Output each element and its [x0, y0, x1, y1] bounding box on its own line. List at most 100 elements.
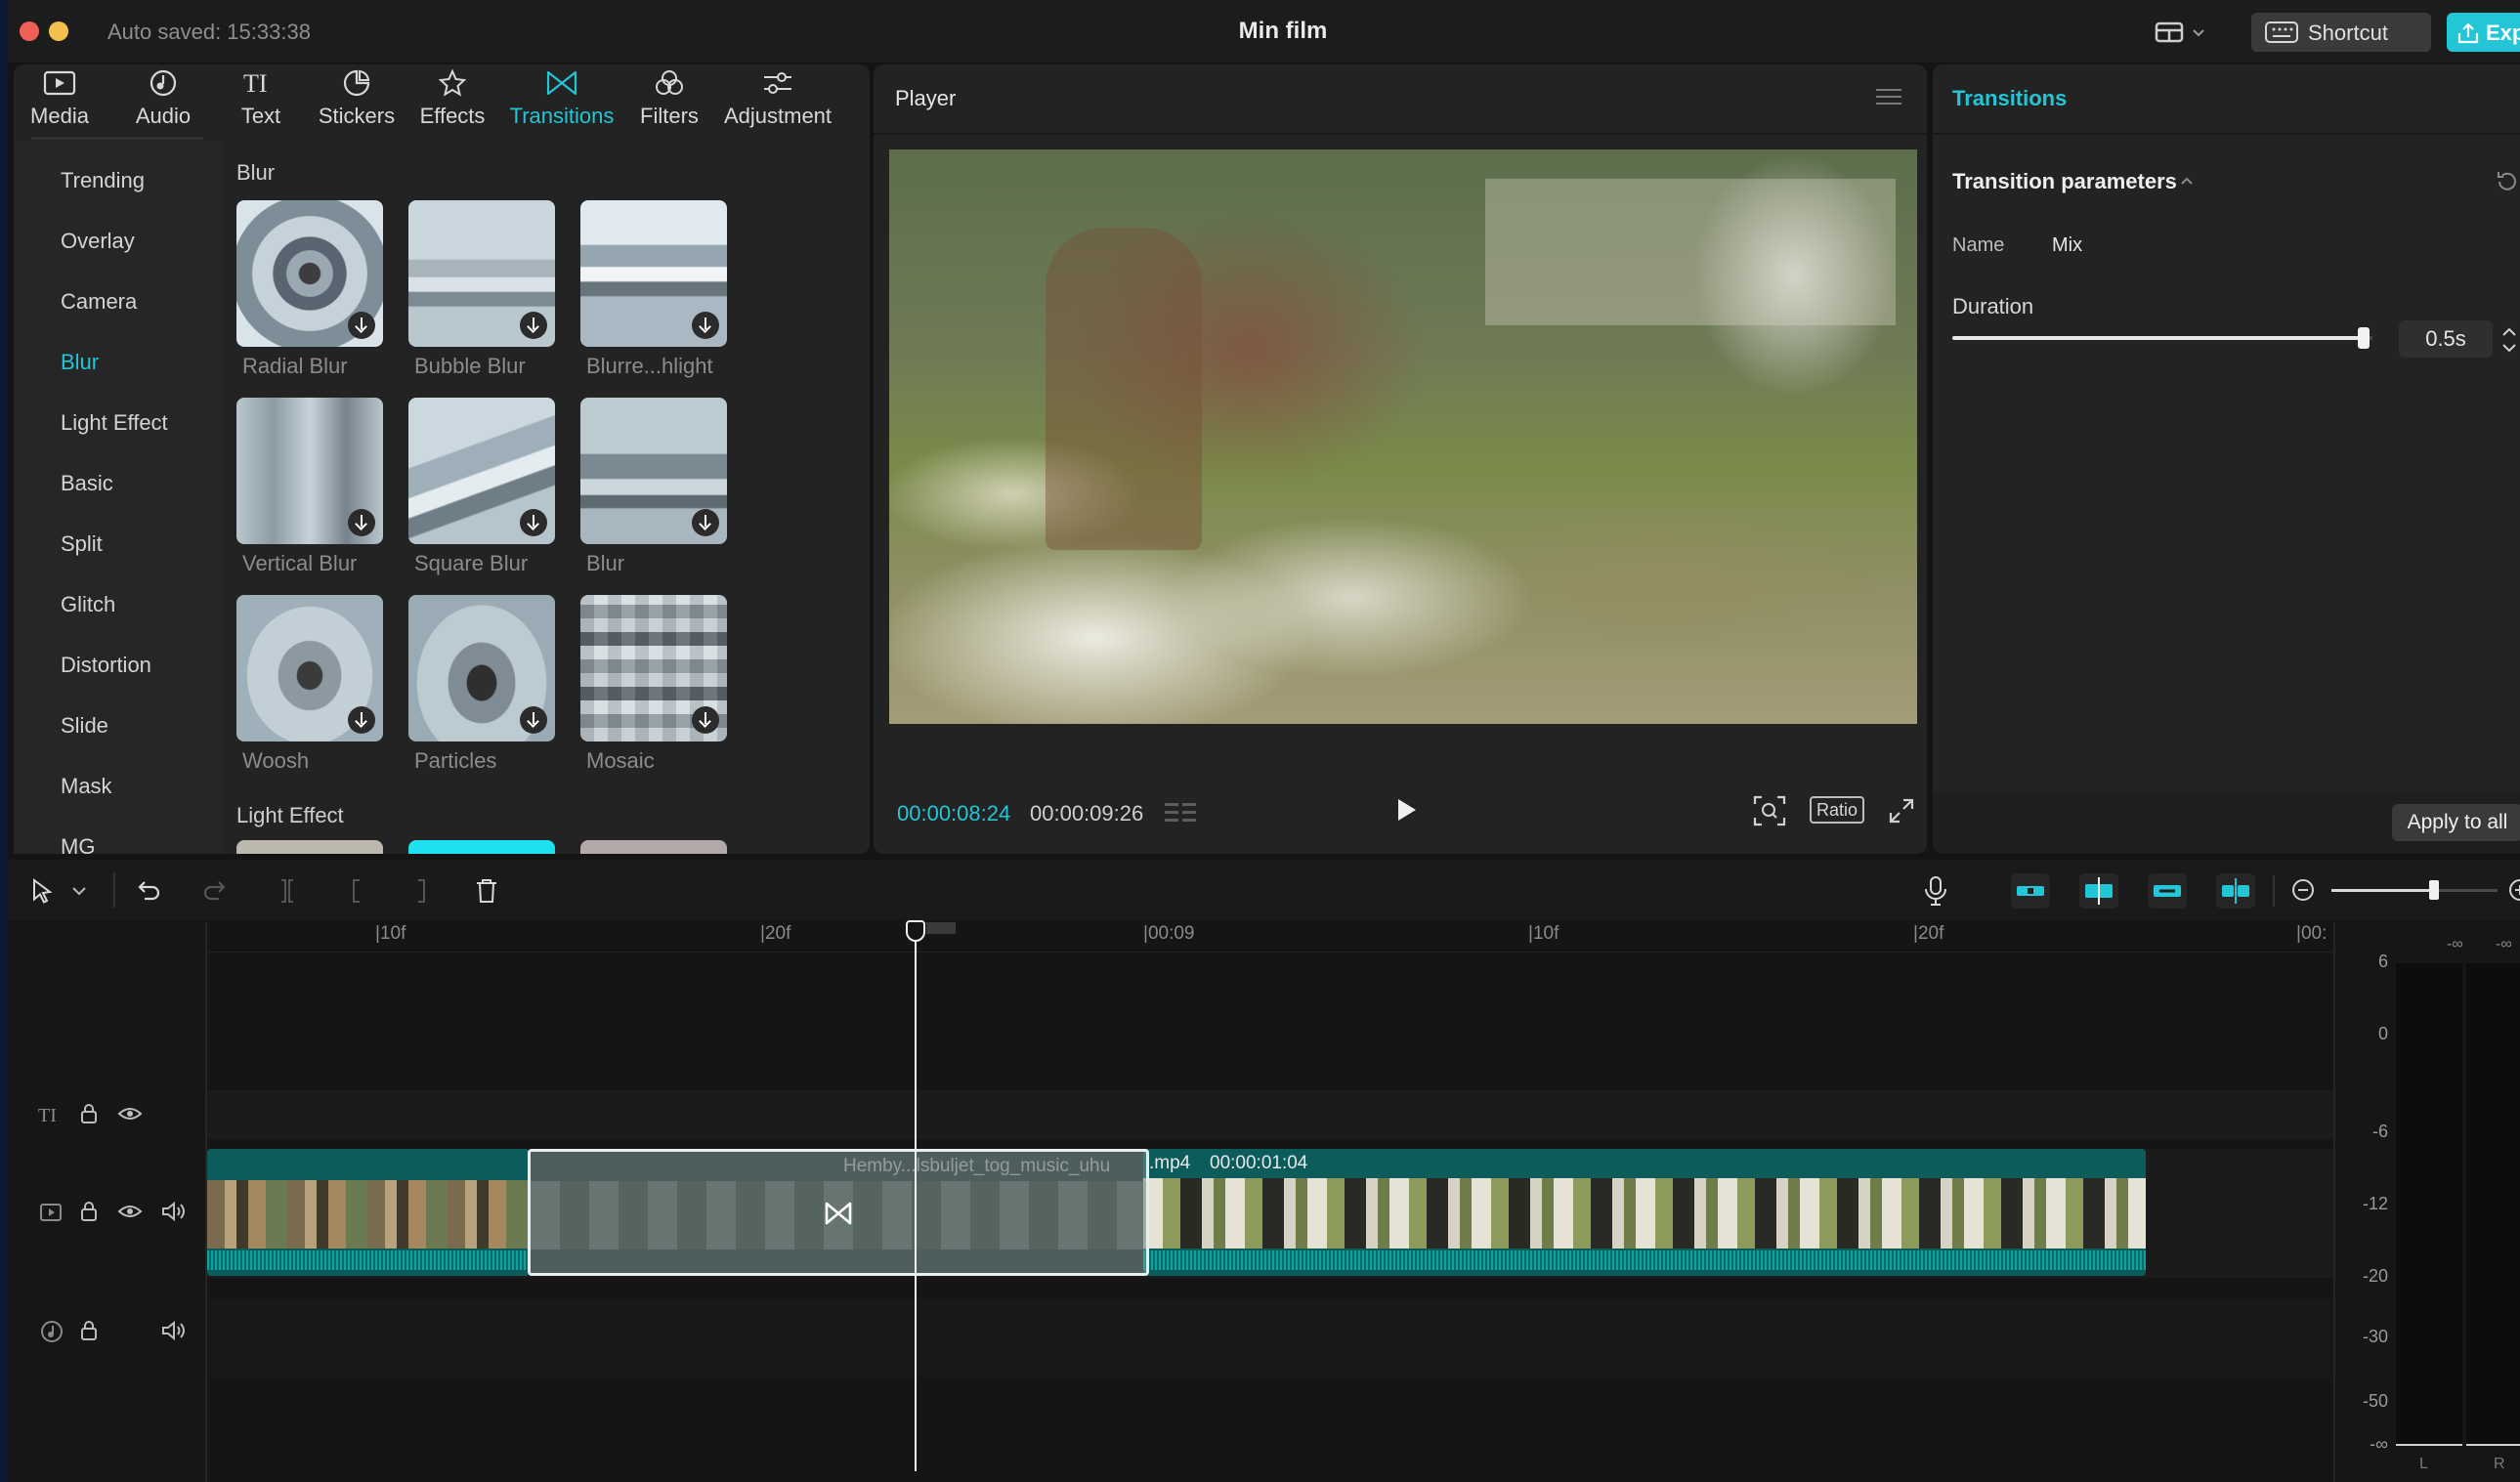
select-tool-button[interactable] — [29, 877, 59, 905]
duration-stepper[interactable] — [2499, 322, 2519, 358]
record-button[interactable] — [1923, 875, 1948, 907]
layout-menu-button[interactable] — [2153, 18, 2211, 47]
zoom-slider-handle[interactable] — [2429, 880, 2440, 900]
tab-filters[interactable]: Filters — [625, 68, 713, 129]
player-menu-icon[interactable] — [1876, 86, 1901, 107]
meter-scale-label: 6 — [2377, 952, 2388, 971]
duration-slider[interactable] — [1952, 327, 2372, 349]
timecode-format-icon[interactable] — [1163, 799, 1202, 826]
download-icon[interactable] — [348, 706, 375, 734]
transition-card[interactable] — [580, 200, 727, 347]
transition-label: Particles — [414, 748, 497, 773]
transition-card-partial[interactable] — [408, 840, 555, 854]
video-clip[interactable]: .mp4 00:00:01:04 — [1143, 1149, 2146, 1276]
transition-card[interactable] — [408, 398, 555, 544]
category-blur[interactable]: Blur — [61, 350, 99, 375]
snap-icon — [2085, 877, 2113, 905]
download-icon[interactable] — [692, 706, 719, 734]
tab-effects[interactable]: Effects — [408, 68, 496, 129]
linkage-button[interactable] — [2148, 873, 2187, 909]
select-mode-chevron-icon[interactable] — [70, 883, 88, 899]
tab-media[interactable]: Media — [16, 68, 104, 129]
transition-card-partial[interactable] — [236, 840, 383, 854]
transition-card[interactable] — [408, 200, 555, 347]
transition-card[interactable] — [580, 595, 727, 741]
playhead-handle[interactable] — [906, 920, 925, 942]
transition-block[interactable]: Hemby...lsbuljet_tog_music_uhu — [528, 1149, 1149, 1276]
zoom-slider-fill — [2331, 889, 2435, 892]
playhead[interactable] — [915, 922, 917, 1471]
minimize-window-button[interactable] — [49, 21, 68, 41]
preview-axis-button[interactable] — [2216, 873, 2255, 909]
play-button[interactable] — [1391, 795, 1421, 825]
transition-card[interactable] — [408, 595, 555, 741]
meter-scale-label: -50 — [2362, 1391, 2388, 1411]
tab-audio[interactable]: Audio — [119, 68, 207, 129]
download-icon[interactable] — [520, 706, 547, 734]
category-camera[interactable]: Camera — [61, 289, 137, 315]
zoom-out-button[interactable] — [2290, 877, 2316, 903]
close-window-button[interactable] — [20, 21, 39, 41]
trim-left-button[interactable] — [344, 877, 371, 905]
video-preview[interactable] — [889, 149, 1917, 724]
category-overlay[interactable]: Overlay — [61, 229, 135, 254]
split-icon — [281, 879, 293, 903]
collapse-chevron-icon[interactable] — [2179, 174, 2195, 190]
fullscreen-button[interactable] — [1888, 797, 1915, 825]
trim-right-button[interactable] — [406, 877, 434, 905]
transition-card[interactable] — [236, 595, 383, 741]
inspector-tab-transitions[interactable]: Transitions — [1952, 86, 2067, 111]
fit-view-button[interactable] — [1753, 795, 1786, 826]
duration-slider-fill — [1952, 336, 2365, 340]
transition-card[interactable] — [236, 398, 383, 544]
preview-person — [1046, 228, 1202, 550]
tab-adjustment[interactable]: Adjustment — [721, 68, 834, 129]
delete-button[interactable] — [473, 877, 500, 905]
category-glitch[interactable]: Glitch — [61, 592, 115, 617]
split-button[interactable] — [274, 877, 301, 905]
duration-input[interactable]: 0.5s — [2399, 320, 2493, 358]
category-trending[interactable]: Trending — [61, 168, 145, 193]
tab-stickers[interactable]: Stickers — [313, 68, 401, 129]
transition-card[interactable] — [236, 200, 383, 347]
transition-card-partial[interactable] — [580, 840, 727, 854]
shortcut-button[interactable]: Shortcut — [2251, 13, 2431, 52]
timeline-zoom-slider[interactable] — [2331, 880, 2498, 900]
reset-button[interactable] — [2494, 168, 2520, 195]
download-icon[interactable] — [520, 509, 547, 536]
category-slide[interactable]: Slide — [61, 713, 108, 739]
download-icon[interactable] — [692, 509, 719, 536]
time-ruler[interactable] — [207, 922, 2333, 953]
trim-right-icon — [418, 879, 425, 903]
ruler-label: 20f — [1917, 923, 1944, 944]
export-icon — [2457, 22, 2479, 44]
video-clip[interactable] — [207, 1149, 530, 1276]
redo-button[interactable] — [201, 877, 231, 905]
download-icon[interactable] — [692, 312, 719, 339]
auto-snap-button[interactable] — [2079, 873, 2118, 909]
transition-card[interactable] — [580, 398, 727, 544]
clip-thumbnails — [207, 1180, 530, 1249]
text-track-lane[interactable] — [207, 1090, 2333, 1139]
category-light-effect[interactable]: Light Effect — [61, 410, 168, 436]
category-mg[interactable]: MG — [61, 834, 95, 854]
undo-button[interactable] — [133, 877, 162, 905]
audio-track-lane[interactable] — [207, 1299, 2333, 1377]
category-mask[interactable]: Mask — [61, 774, 112, 799]
export-button[interactable]: Export — [2447, 13, 2520, 52]
download-icon[interactable] — [348, 312, 375, 339]
tab-transitions[interactable]: Transitions — [504, 68, 619, 129]
ratio-button[interactable]: Ratio — [1810, 796, 1864, 824]
download-icon[interactable] — [520, 312, 547, 339]
apply-to-all-button[interactable]: Apply to all — [2392, 804, 2520, 841]
transition-label: Vertical Blur — [242, 551, 358, 575]
main-track-magnet-button[interactable] — [2011, 873, 2050, 909]
download-icon[interactable] — [348, 509, 375, 536]
tab-text[interactable]: TI Text — [217, 68, 305, 129]
category-distortion[interactable]: Distortion — [61, 653, 151, 678]
category-split[interactable]: Split — [61, 531, 103, 557]
category-basic[interactable]: Basic — [61, 471, 113, 496]
duration-slider-handle[interactable] — [2358, 327, 2371, 349]
zoom-in-button[interactable] — [2507, 877, 2520, 903]
svg-text:TI: TI — [38, 1105, 57, 1125]
